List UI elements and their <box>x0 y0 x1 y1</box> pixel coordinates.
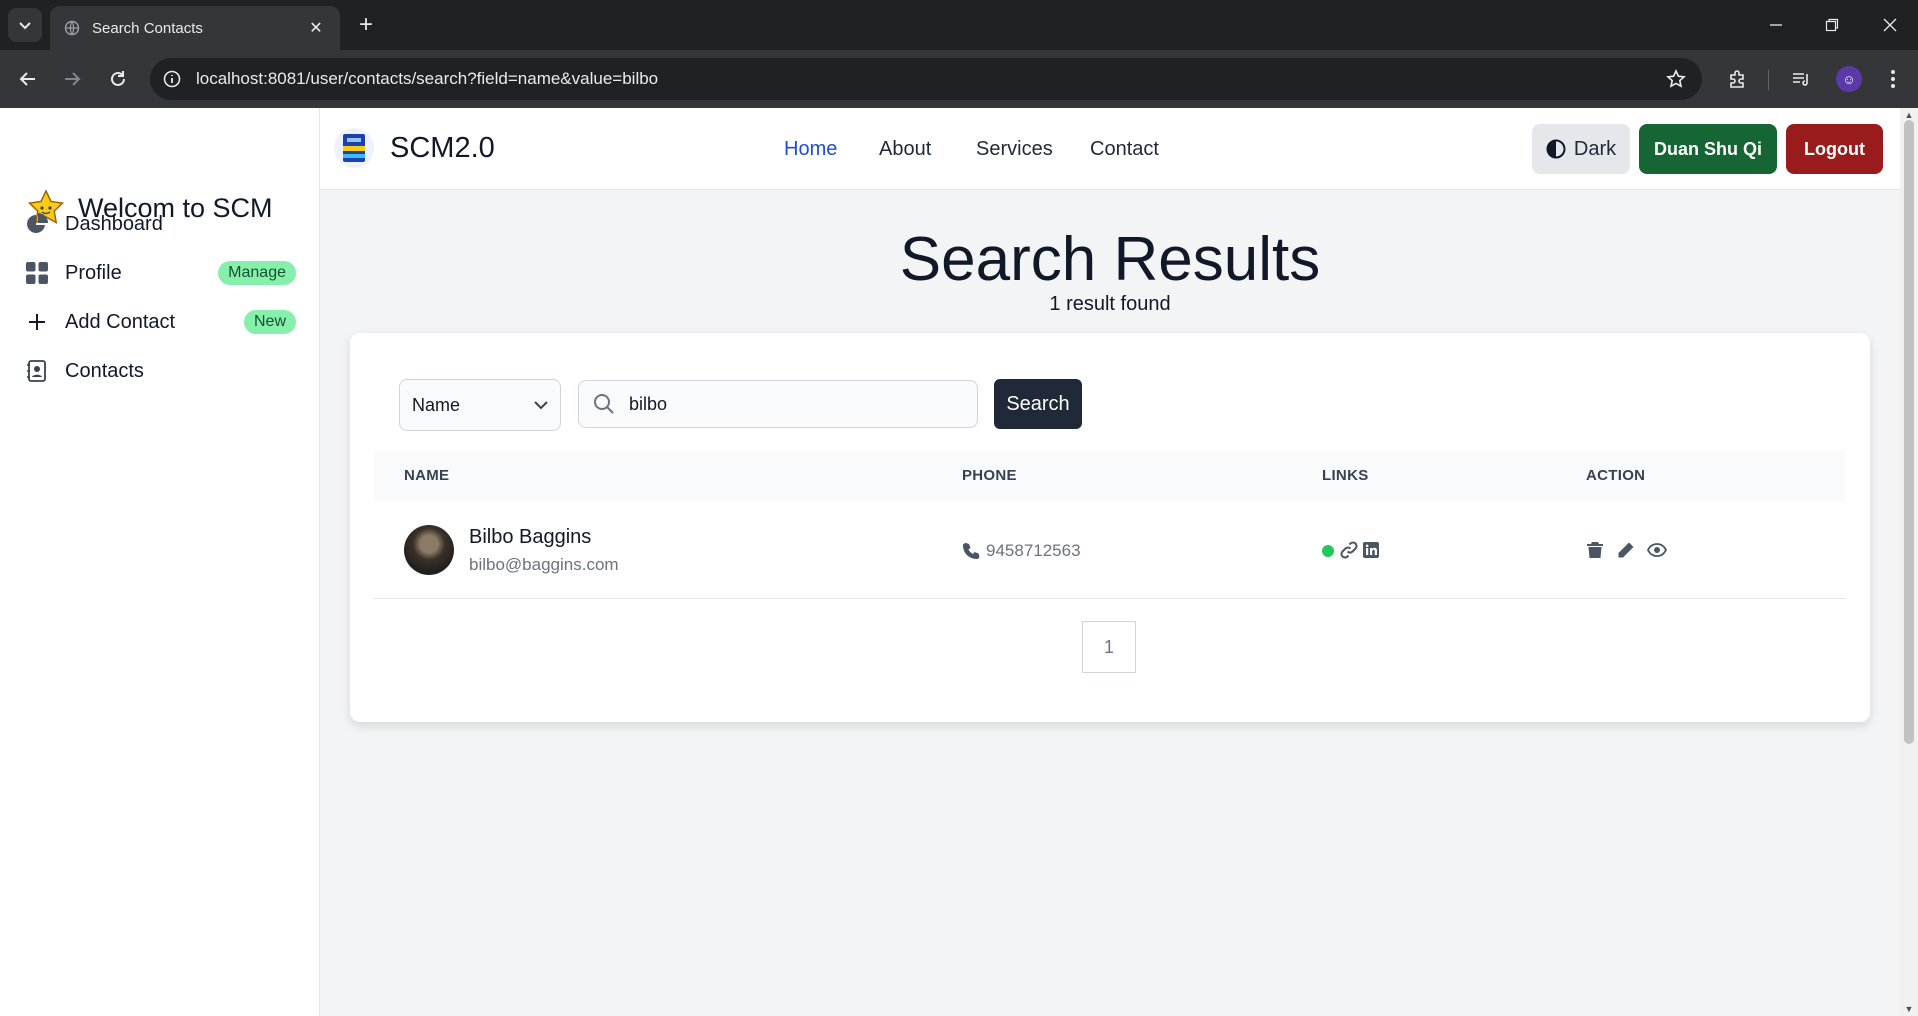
nav-about[interactable]: About <box>879 138 931 161</box>
table-row: Bilbo Baggins bilbo@baggins.com 94587125… <box>374 501 1846 599</box>
top-navbar: SCM2.0 Home About Services Contact Dark … <box>320 108 1900 190</box>
tab-title: Search Contacts <box>92 19 203 37</box>
contact-avatar <box>404 525 454 575</box>
linkedin-icon[interactable] <box>1360 539 1382 561</box>
search-field-select[interactable]: Name <box>399 379 561 431</box>
contact-email: bilbo@baggins.com <box>469 555 619 574</box>
new-tab-button[interactable]: + <box>352 12 380 40</box>
sidebar-item-label: Profile <box>65 261 122 284</box>
close-window-icon[interactable] <box>1870 10 1910 40</box>
sidebar-item-contacts[interactable]: Contacts <box>24 351 296 391</box>
close-tab-icon[interactable]: ✕ <box>306 18 326 38</box>
col-name: NAME <box>404 467 450 484</box>
scrollbar-thumb[interactable] <box>1904 120 1914 744</box>
chevron-down-icon <box>19 22 31 30</box>
address-bar[interactable]: localhost:8081/user/contacts/search?fiel… <box>150 58 1702 100</box>
search-input[interactable]: bilbo <box>578 380 978 428</box>
sidebar: Welcom to SCM Dashboard Profile Manage A… <box>0 108 320 1016</box>
pagination-page-1[interactable]: 1 <box>1082 621 1136 673</box>
results-panel: Name bilbo Search NAME PHONE LINKS ACTIO… <box>374 353 1846 698</box>
col-links: LINKS <box>1322 467 1369 484</box>
restore-icon[interactable] <box>1812 10 1852 40</box>
toolbar-divider <box>1768 70 1769 90</box>
new-badge: New <box>243 310 296 334</box>
site-info-icon[interactable] <box>162 69 182 89</box>
sidebar-item-profile[interactable]: Profile Manage <box>24 253 296 293</box>
reload-icon[interactable] <box>104 65 132 93</box>
phone-icon <box>963 543 980 559</box>
contact-phone: 9458712563 <box>962 541 1081 561</box>
select-value: Name <box>412 394 461 415</box>
results-card: Name bilbo Search NAME PHONE LINKS ACTIO… <box>350 333 1870 722</box>
sidebar-item-label: Add Contact <box>65 310 176 333</box>
brand-name[interactable]: SCM2.0 <box>390 132 495 165</box>
view-icon[interactable] <box>1646 539 1668 561</box>
nav-home[interactable]: Home <box>784 138 837 161</box>
sidebar-item-add-contact[interactable]: Add Contact New <box>24 302 296 342</box>
col-phone: PHONE <box>962 467 1017 484</box>
sidebar-item-label: Contacts <box>65 359 144 382</box>
website-link-icon[interactable] <box>1338 539 1360 561</box>
sidebar-item-label: Dashboard <box>65 212 163 235</box>
grid-icon <box>24 260 50 286</box>
contrast-icon <box>1546 139 1566 159</box>
result-count: 1 result found <box>1049 293 1171 315</box>
browser-tabbar: Search Contacts ✕ + <box>0 0 1918 50</box>
phone-number: 9458712563 <box>986 541 1081 560</box>
theme-toggle-button[interactable]: Dark <box>1532 124 1630 174</box>
browser-tab[interactable]: Search Contacts ✕ <box>50 6 340 50</box>
col-action: ACTION <box>1586 467 1646 484</box>
browser-toolbar: localhost:8081/user/contacts/search?fiel… <box>0 50 1918 108</box>
bookmark-star-icon[interactable] <box>1664 67 1688 91</box>
tab-search-dropdown[interactable] <box>8 8 42 42</box>
delete-icon[interactable] <box>1584 539 1606 561</box>
pie-chart-icon <box>24 211 50 237</box>
forward-icon[interactable] <box>58 65 86 93</box>
scroll-down-arrow-icon[interactable]: ▼ <box>1904 1004 1914 1014</box>
browser-profile-avatar[interactable]: ☺ <box>1836 66 1862 92</box>
globe-icon <box>64 20 80 36</box>
search-query[interactable]: bilbo <box>629 394 667 415</box>
edit-icon[interactable] <box>1615 539 1637 561</box>
manage-badge: Manage <box>218 261 296 285</box>
contact-name: Bilbo Baggins <box>469 526 592 548</box>
extensions-icon[interactable] <box>1724 66 1750 92</box>
nav-contact[interactable]: Contact <box>1090 138 1159 161</box>
user-button[interactable]: Duan Shu Qi <box>1639 124 1777 174</box>
page-scrollbar[interactable]: ▲ ▼ <box>1900 108 1918 1016</box>
logout-button[interactable]: Logout <box>1786 124 1883 174</box>
minimize-icon[interactable] <box>1756 10 1796 40</box>
media-queue-icon[interactable] <box>1788 66 1814 92</box>
plus-icon <box>24 309 50 335</box>
search-button[interactable]: Search <box>994 379 1082 429</box>
search-icon <box>594 394 614 414</box>
back-icon[interactable] <box>14 65 42 93</box>
kebab-menu-icon[interactable] <box>1880 66 1906 92</box>
address-book-icon <box>24 358 50 384</box>
sidebar-item-dashboard[interactable]: Dashboard <box>24 204 296 244</box>
theme-toggle-label: Dark <box>1573 137 1617 160</box>
nav-services[interactable]: Services <box>976 138 1053 161</box>
logo-icon[interactable] <box>334 128 374 168</box>
page: Welcom to SCM Dashboard Profile Manage A… <box>0 108 1900 1016</box>
url-text[interactable]: localhost:8081/user/contacts/search?fiel… <box>196 69 1664 89</box>
page-title: Search Results <box>899 225 1321 294</box>
scroll-up-arrow-icon[interactable]: ▲ <box>1904 110 1914 120</box>
table-header: NAME PHONE LINKS ACTION <box>374 451 1846 501</box>
chevron-down-icon <box>534 401 548 410</box>
favorite-status-dot <box>1322 545 1334 557</box>
